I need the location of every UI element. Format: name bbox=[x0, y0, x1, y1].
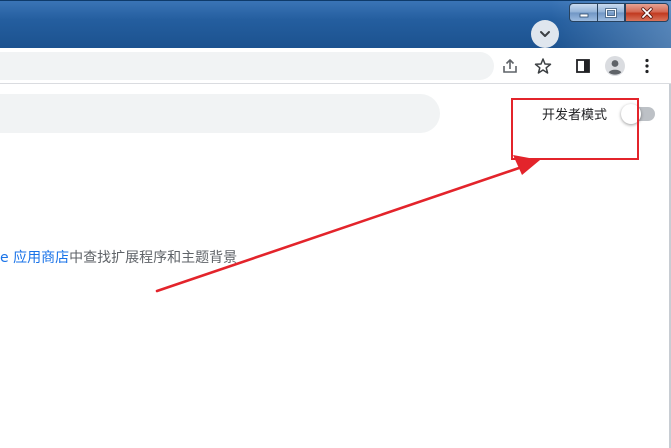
web-store-text: e 应用商店中查找扩展程序和主题背景 bbox=[0, 247, 237, 267]
maximize-icon bbox=[605, 7, 617, 18]
extensions-search-bar[interactable] bbox=[0, 94, 440, 133]
star-icon bbox=[534, 58, 552, 74]
web-store-link[interactable]: e 应用商店 bbox=[0, 250, 69, 266]
chevron-down-icon bbox=[540, 31, 550, 37]
browser-toolbar bbox=[0, 48, 671, 84]
maximize-button[interactable] bbox=[597, 3, 625, 22]
web-store-description: 中查找扩展程序和主题背景 bbox=[69, 250, 238, 266]
share-icon bbox=[503, 59, 517, 73]
tab-search-button[interactable] bbox=[531, 20, 559, 48]
profile-button[interactable] bbox=[603, 54, 627, 78]
menu-button[interactable] bbox=[635, 54, 659, 78]
address-bar[interactable] bbox=[0, 52, 494, 80]
profile-icon bbox=[605, 56, 625, 76]
close-button[interactable] bbox=[625, 3, 669, 22]
side-panel-icon bbox=[576, 59, 590, 73]
bookmark-button[interactable] bbox=[531, 54, 555, 78]
browser-window: 开发者模式 e 应用商店中查找扩展程序和主题背景 bbox=[0, 0, 671, 448]
title-bar bbox=[0, 0, 671, 49]
share-button[interactable] bbox=[498, 54, 522, 78]
annotation-highlight-box bbox=[511, 98, 639, 160]
window-controls bbox=[569, 3, 669, 23]
minimize-button[interactable] bbox=[569, 3, 597, 22]
minimize-icon bbox=[579, 13, 588, 17]
close-icon bbox=[641, 6, 653, 19]
side-panel-button[interactable] bbox=[571, 54, 595, 78]
kebab-menu-icon bbox=[645, 58, 649, 74]
